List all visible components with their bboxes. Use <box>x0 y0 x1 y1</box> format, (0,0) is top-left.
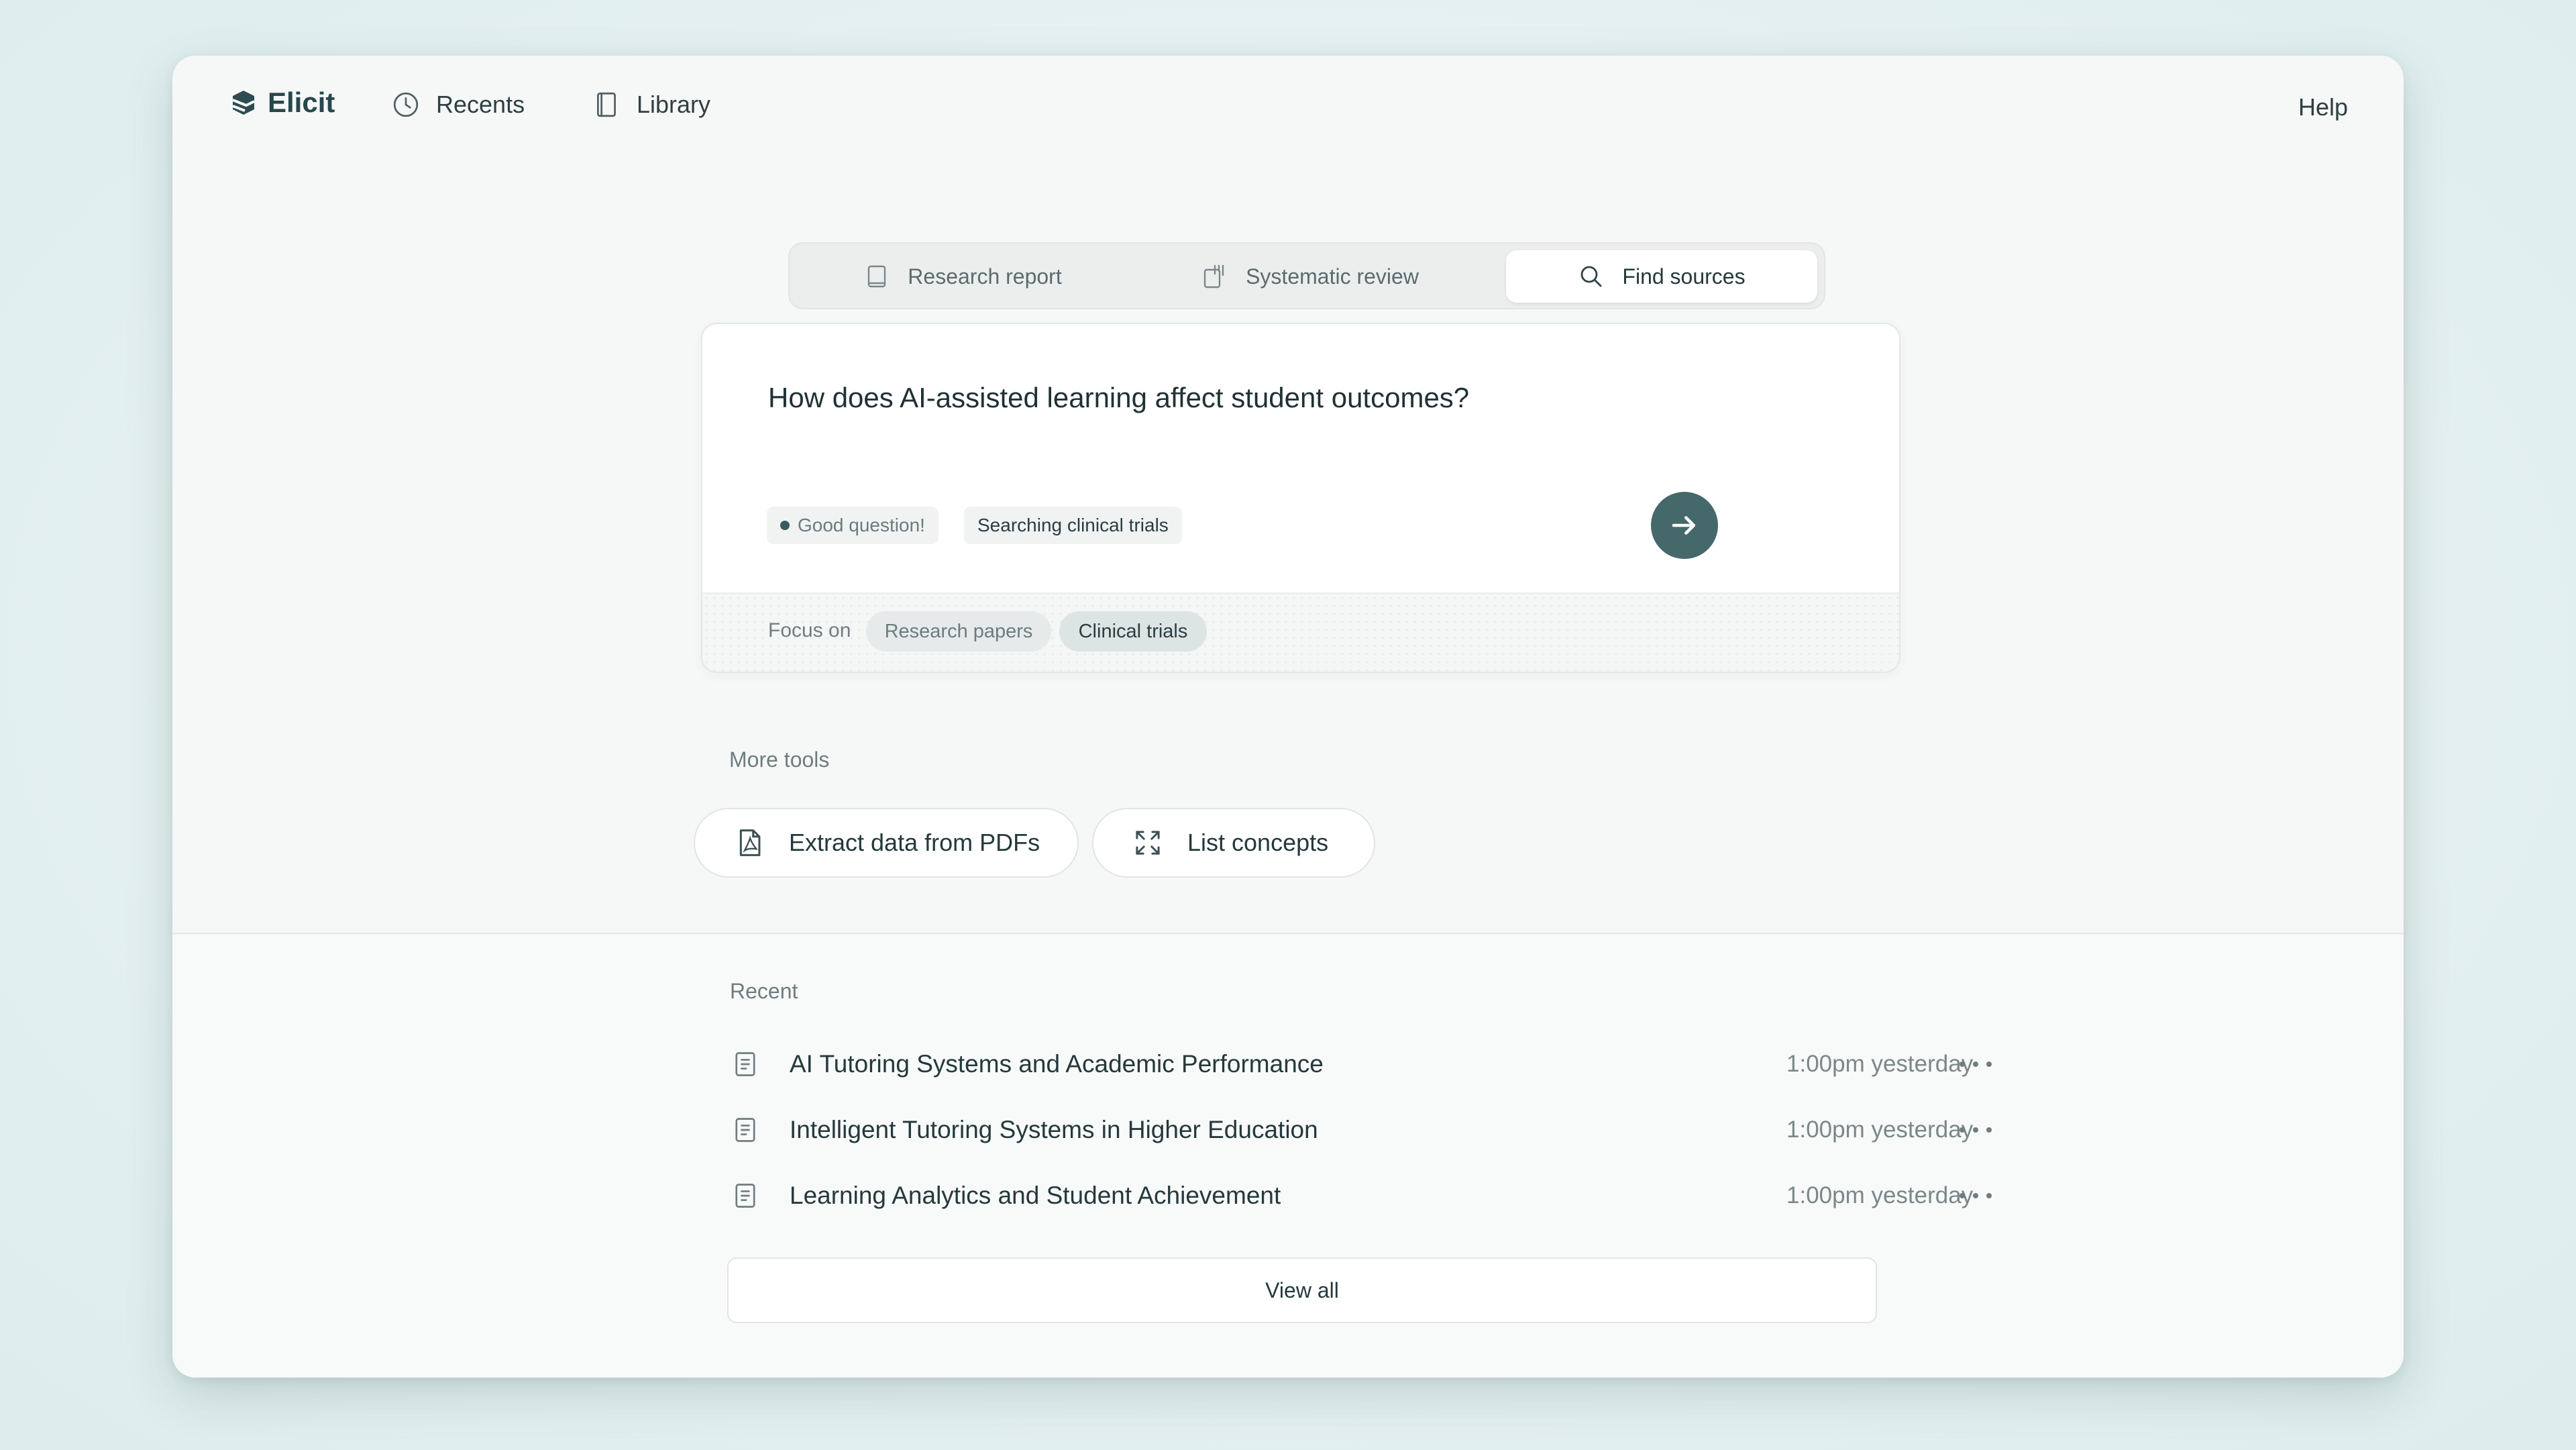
arrow-right-icon <box>1672 516 1696 535</box>
status-dot-icon <box>780 521 790 530</box>
list-concepts-button[interactable]: List concepts <box>1092 808 1375 878</box>
tab-systematic-review-label: Systematic review <box>1246 264 1419 289</box>
app-window: Elicit Recents Library Help Research rep… <box>172 56 2404 1378</box>
more-options-icon[interactable] <box>1960 1117 1992 1143</box>
clock-icon <box>393 92 419 117</box>
search-icon <box>1581 266 1602 287</box>
tab-research-report-label: Research report <box>908 264 1062 289</box>
recent-item-time: 1:00pm yesterday <box>1786 1182 1974 1208</box>
elicit-logo[interactable]: Elicit <box>230 87 335 119</box>
book-icon <box>597 92 616 117</box>
question-quality-chip: Good question! <box>767 507 938 544</box>
document-icon <box>735 1052 755 1076</box>
mode-tabs: Research report Systematic review Find s… <box>788 242 1825 309</box>
document-icon <box>735 1184 755 1208</box>
recent-item-title: Intelligent Tutoring Systems in Higher E… <box>790 1116 1318 1143</box>
query-input[interactable]: How does AI-assisted learning affect stu… <box>768 382 1469 414</box>
recent-item-title: AI Tutoring Systems and Academic Perform… <box>790 1050 1324 1078</box>
help-link[interactable]: Help <box>2298 93 2348 121</box>
recent-heading: Recent <box>730 979 798 1003</box>
view-all-button[interactable]: View all <box>727 1257 1877 1323</box>
recent-item-title: Learning Analytics and Student Achieveme… <box>790 1182 1281 1209</box>
question-quality-label: Good question! <box>798 515 925 535</box>
more-options-icon[interactable] <box>1960 1051 1992 1078</box>
expand-icon <box>1136 831 1160 855</box>
extract-data-label: Extract data from PDFs <box>789 829 1040 856</box>
nav-library-label: Library <box>637 91 711 118</box>
document-icon <box>735 1118 755 1142</box>
elicit-logo-icon <box>232 91 255 115</box>
recent-item[interactable]: Intelligent Tutoring Systems in Higher E… <box>731 1106 2045 1154</box>
recent-item[interactable]: AI Tutoring Systems and Academic Perform… <box>731 1040 2045 1088</box>
nav-library[interactable]: Library <box>592 91 710 119</box>
recent-item-time: 1:00pm yesterday <box>1786 1051 1974 1077</box>
brand-name: Elicit <box>268 87 335 118</box>
tab-find-sources[interactable]: Find sources <box>1506 250 1817 303</box>
recent-item-time: 1:00pm yesterday <box>1786 1117 1974 1143</box>
list-concepts-label: List concepts <box>1187 829 1329 856</box>
report-icon <box>868 265 886 288</box>
tab-research-report[interactable]: Research report <box>795 250 1130 303</box>
searching-status-chip: Searching clinical trials <box>964 507 1182 544</box>
tab-systematic-review[interactable]: Systematic review <box>1136 250 1485 303</box>
pdf-icon <box>739 829 761 856</box>
nav-recents-label: Recents <box>436 91 525 118</box>
tab-find-sources-label: Find sources <box>1622 264 1746 289</box>
review-icon <box>1203 264 1224 289</box>
focus-bar: Focus on Research papers Clinical trials <box>702 592 1899 672</box>
extract-data-button[interactable]: Extract data from PDFs <box>694 808 1079 878</box>
searching-status-label: Searching clinical trials <box>977 515 1169 535</box>
recent-item[interactable]: Learning Analytics and Student Achieveme… <box>731 1172 2045 1220</box>
focus-research-papers[interactable]: Research papers <box>866 611 1051 652</box>
focus-label: Focus on <box>768 619 851 641</box>
focus-clinical-trials[interactable]: Clinical trials <box>1059 611 1207 652</box>
submit-button[interactable] <box>1651 492 1718 559</box>
nav-recents[interactable]: Recents <box>392 91 525 119</box>
more-options-icon[interactable] <box>1960 1182 1992 1209</box>
more-tools-heading: More tools <box>729 747 830 772</box>
section-divider <box>172 933 2404 934</box>
query-card: How does AI-assisted learning affect stu… <box>701 323 1900 673</box>
